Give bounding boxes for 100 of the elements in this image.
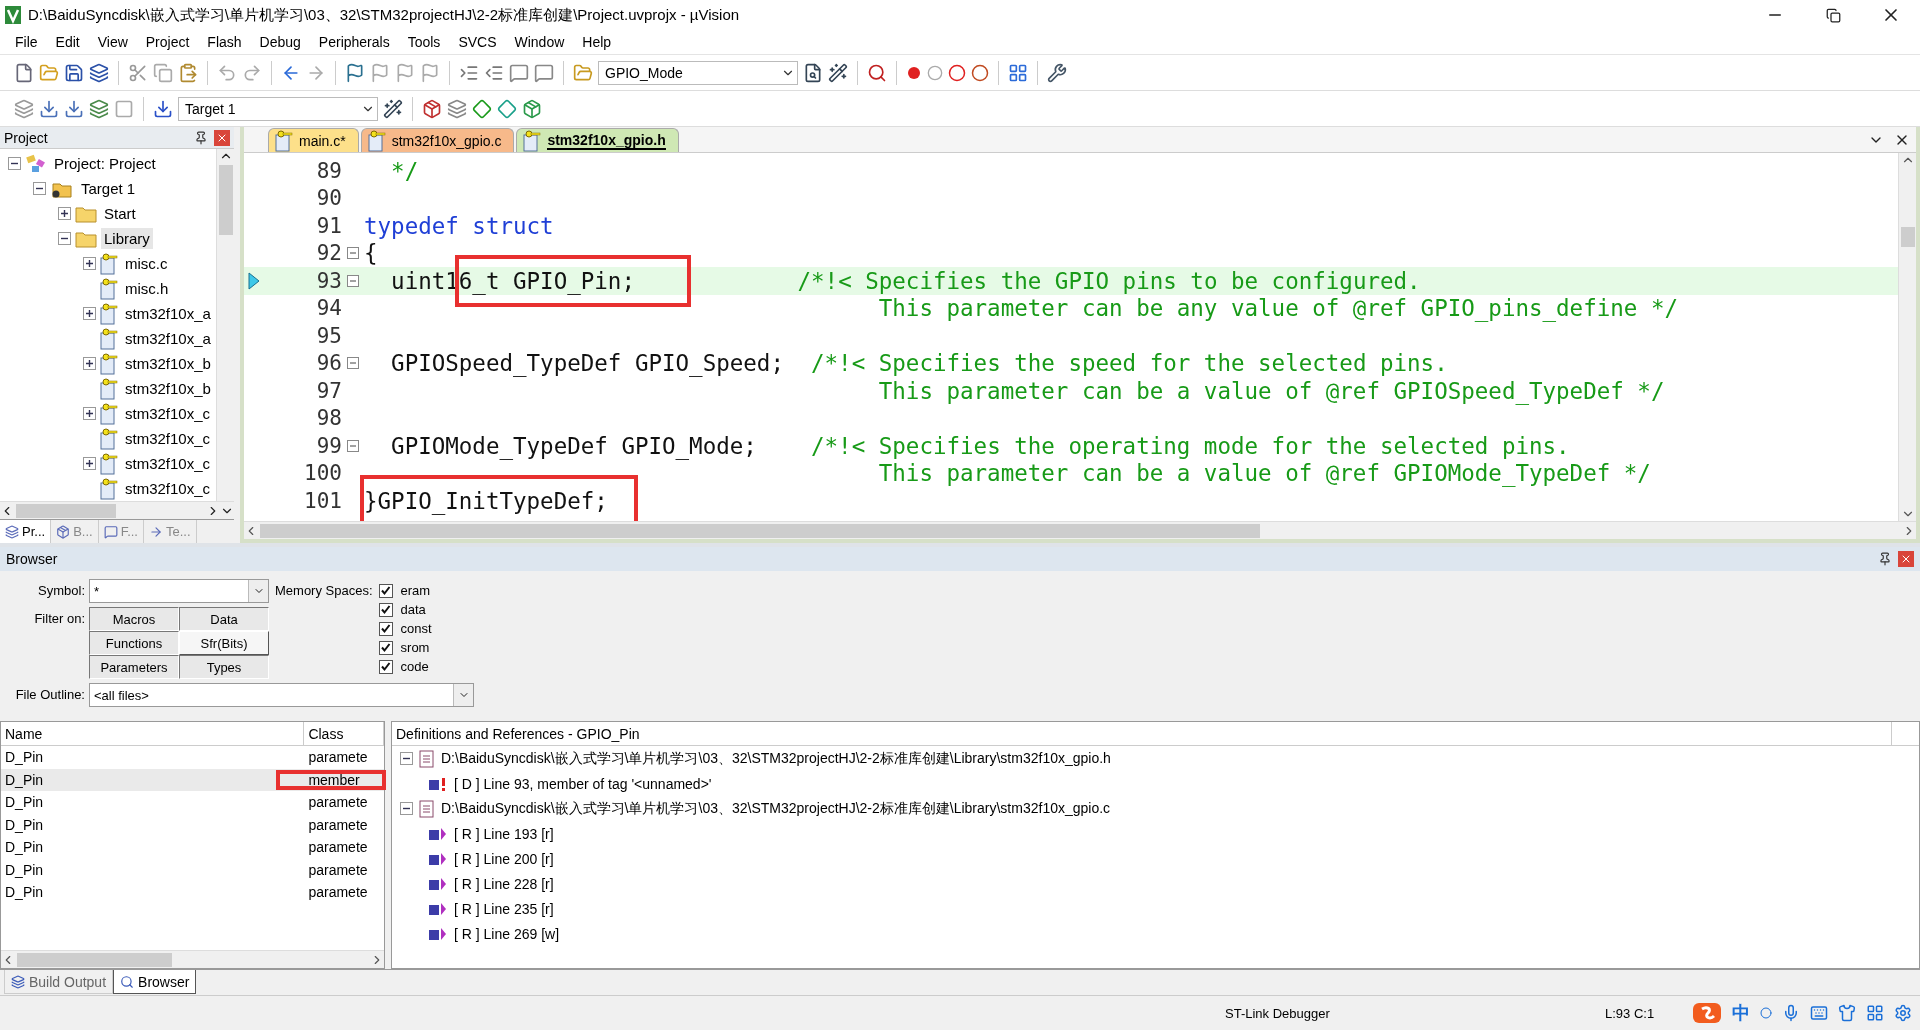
filter-button[interactable]: Sfr(Bits) xyxy=(179,631,269,655)
menu-item[interactable]: Edit xyxy=(46,31,89,53)
layers-icon[interactable] xyxy=(447,98,467,119)
checkbox[interactable] xyxy=(378,583,393,598)
tree-item[interactable]: stm32f10x_a xyxy=(122,303,214,324)
fold-icon[interactable] xyxy=(347,274,359,287)
cut-icon[interactable] xyxy=(128,62,148,83)
tree-item[interactable]: misc.h xyxy=(122,278,172,299)
comment-icon[interactable] xyxy=(509,62,529,83)
tree-item[interactable]: stm32f10x_a xyxy=(122,328,214,349)
tab-icon[interactable] xyxy=(11,974,25,989)
diamond-icon[interactable] xyxy=(472,98,492,119)
menu-item[interactable]: View xyxy=(88,31,137,53)
tab-icon[interactable] xyxy=(149,524,163,539)
grid-icon[interactable] xyxy=(1866,1004,1884,1022)
pin-icon[interactable] xyxy=(1878,552,1892,566)
checkbox[interactable] xyxy=(378,659,393,674)
tree-item[interactable]: D:\BaiduSyncdisk\嵌入式学习\单片机学习\03、32\STM32projectHJ\2-2标准库创建\Library\stm32f10x_gpio.c xyxy=(441,799,1111,818)
scrollbar-thumb[interactable] xyxy=(218,165,233,235)
menu-item[interactable]: Project xyxy=(136,31,199,53)
tree-item[interactable]: stm32f10x_b xyxy=(122,378,214,399)
input-method-logo-icon[interactable] xyxy=(1692,1002,1722,1024)
save-all-icon[interactable] xyxy=(89,62,109,83)
horizontal-scrollbar[interactable] xyxy=(1,950,384,968)
layers-icon[interactable] xyxy=(89,98,109,119)
collapse-toggle[interactable] xyxy=(33,182,46,195)
package-icon[interactable] xyxy=(522,98,542,119)
tree-item[interactable]: stm32f10x_c xyxy=(122,478,214,499)
collapse-toggle[interactable] xyxy=(58,232,71,245)
collapse-toggle[interactable] xyxy=(400,752,413,765)
tree-item[interactable]: Target 1 xyxy=(78,178,139,199)
scrollbar-thumb[interactable] xyxy=(17,952,172,967)
tree-item[interactable]: Start xyxy=(101,203,139,224)
tab-icon[interactable] xyxy=(56,524,71,539)
tab-icon[interactable] xyxy=(103,524,118,539)
new-file-icon[interactable] xyxy=(14,62,34,83)
collapse-toggle[interactable] xyxy=(400,802,413,815)
tree-item[interactable]: [ R ] Line 200 [r] xyxy=(454,850,554,867)
panel-tab[interactable]: Pr... xyxy=(0,520,52,543)
breakpoint-icon[interactable] xyxy=(906,64,922,81)
panel-tab[interactable]: Browser xyxy=(113,970,197,994)
tree-item[interactable]: stm32f10x_c xyxy=(122,403,214,424)
diamond-icon[interactable] xyxy=(497,98,517,119)
tree-item[interactable]: [ D ] Line 93, member of tag '<unnamed>' xyxy=(454,775,712,792)
debug-search-icon[interactable] xyxy=(867,62,887,83)
filter-button[interactable]: Parameters xyxy=(89,655,179,679)
scrollbar-thumb[interactable] xyxy=(1900,227,1915,247)
expand-toggle[interactable] xyxy=(83,457,96,470)
filter-button[interactable]: Types xyxy=(179,655,269,679)
target-combo[interactable]: Target 1 xyxy=(178,96,378,121)
vertical-scrollbar[interactable] xyxy=(1898,153,1916,521)
menu-item[interactable]: File xyxy=(6,31,47,53)
window-layout-icon[interactable] xyxy=(1008,62,1028,83)
file-tab[interactable]: stm32f10x_gpio.c xyxy=(360,128,515,152)
find-icon[interactable] xyxy=(803,62,823,83)
filter-button[interactable]: Functions xyxy=(89,631,179,655)
menu-item[interactable]: Window xyxy=(505,31,574,53)
microphone-icon[interactable] xyxy=(1782,1004,1800,1022)
pin-icon[interactable] xyxy=(194,130,208,145)
layers-icon[interactable] xyxy=(14,98,34,119)
tree-item[interactable]: stm32f10x_c xyxy=(122,428,214,449)
shirt-icon[interactable] xyxy=(1838,1004,1856,1022)
fold-icon[interactable] xyxy=(347,439,359,452)
settings-icon[interactable] xyxy=(1894,1004,1912,1022)
tab-icon[interactable] xyxy=(5,524,19,539)
expand-toggle[interactable] xyxy=(83,407,96,420)
comment-icon[interactable] xyxy=(534,62,554,83)
wrench-icon[interactable] xyxy=(1047,62,1067,83)
tree-item[interactable]: misc.c xyxy=(122,253,171,274)
tree-item[interactable]: [ R ] Line 228 [r] xyxy=(454,875,554,892)
menu-item[interactable]: Help xyxy=(573,31,621,53)
tree-item[interactable]: [ R ] Line 235 [r] xyxy=(454,900,554,917)
tree-item[interactable]: stm32f10x_c xyxy=(122,453,214,474)
menu-item[interactable]: Tools xyxy=(398,31,450,53)
fold-icon[interactable] xyxy=(347,357,359,370)
input-mode-indicator[interactable]: 中 xyxy=(1732,1001,1750,1025)
find-combo[interactable]: GPIO_Mode xyxy=(598,60,798,85)
wand-icon[interactable] xyxy=(383,98,403,119)
fold-icon[interactable] xyxy=(347,247,359,260)
file-outline-combo[interactable]: <all files> xyxy=(89,683,474,707)
expand-toggle[interactable] xyxy=(58,207,71,220)
tree-item[interactable]: [ R ] Line 193 [r] xyxy=(454,825,554,842)
scrollbar-thumb[interactable] xyxy=(16,503,116,518)
checkbox[interactable] xyxy=(378,621,393,636)
file-tab[interactable]: stm32f10x_gpio.h xyxy=(516,128,679,152)
circle-icon[interactable] xyxy=(948,63,966,82)
menu-item[interactable]: SVCS xyxy=(449,31,506,53)
tree-item[interactable]: D:\BaiduSyncdisk\嵌入式学习\单片机学习\03、32\STM32projectHJ\2-2标准库创建\Library\stm32f10x_gpio.h xyxy=(441,749,1111,768)
restore-icon[interactable] xyxy=(1825,7,1841,23)
symbol-combo[interactable]: * xyxy=(89,579,269,603)
package-icon[interactable] xyxy=(422,98,442,119)
filter-button[interactable]: Data xyxy=(179,607,269,631)
horizontal-scrollbar[interactable] xyxy=(0,501,234,519)
flag-icon[interactable] xyxy=(345,62,365,83)
expand-toggle[interactable] xyxy=(83,307,96,320)
download-icon[interactable] xyxy=(153,98,173,119)
tree-item[interactable]: Project: Project xyxy=(51,153,159,174)
checkbox[interactable] xyxy=(378,640,393,655)
vertical-scrollbar[interactable] xyxy=(216,149,234,501)
checkbox[interactable] xyxy=(378,602,393,617)
